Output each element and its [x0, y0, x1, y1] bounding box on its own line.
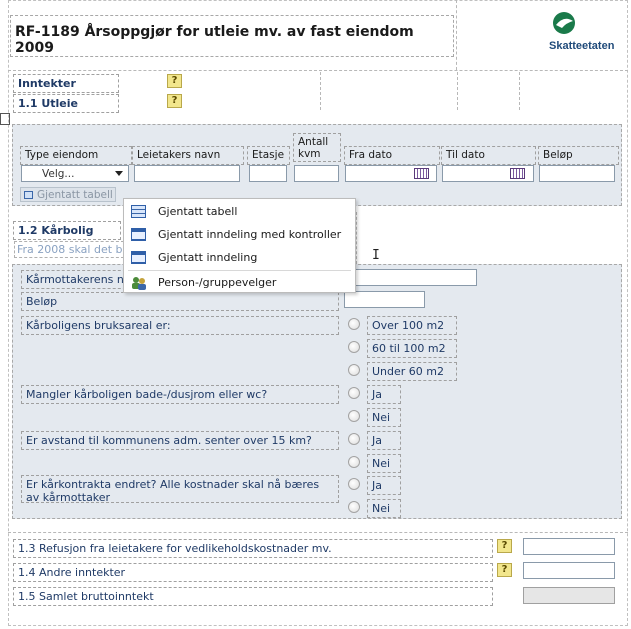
repeat-table-label: Gjentatt tabell: [37, 189, 113, 201]
type-eiendom-select[interactable]: Velg...: [21, 165, 129, 182]
repeat-section-controls-icon: [131, 228, 146, 241]
section-inntekter: Inntekter: [13, 74, 119, 93]
help-button[interactable]: ?: [167, 94, 182, 108]
label-avstand: Er avstand til kommunens adm. senter ove…: [21, 431, 339, 450]
section-andre: 1.4 Andre inntekter: [13, 563, 493, 582]
grid-line: [457, 72, 458, 110]
radio-60-100[interactable]: [348, 341, 360, 353]
menu-item-repeat-table[interactable]: Gjentatt tabell: [124, 200, 355, 223]
menu-item-repeat-section-controls[interactable]: Gjentatt inndeling med kontroller: [124, 223, 355, 246]
section-karbolig: 1.2 Kårbolig: [13, 221, 121, 240]
anchor-marker: [0, 113, 10, 125]
menu-item-label: Gjentatt inndeling med kontroller: [158, 228, 342, 241]
menu-item-label: Gjentatt inndeling: [158, 251, 258, 264]
grid-line: [320, 72, 321, 110]
table-icon: [24, 191, 33, 199]
header-rule: [8, 70, 628, 71]
option-kontrakt-ja: Ja: [367, 476, 401, 495]
samlet-output: [523, 587, 615, 604]
radio-bad-ja[interactable]: [348, 387, 360, 399]
option-over-100: Over 100 m2: [367, 316, 457, 335]
option-bad-nei: Nei: [367, 408, 401, 427]
section-refusjon: 1.3 Refusjon fra leietakere for vedlikeh…: [13, 539, 493, 558]
belop-input[interactable]: [539, 165, 615, 182]
leietaker-input[interactable]: [134, 165, 240, 182]
insert-context-menu: Gjentatt tabell Gjentatt inndeling med k…: [123, 198, 356, 293]
radio-avstand-ja[interactable]: [348, 433, 360, 445]
menu-item-person-picker[interactable]: Person-/gruppevelger: [124, 271, 355, 294]
label-kontrakt-line-2: av kårmottaker: [26, 491, 111, 504]
skatteetaten-logo: Skatteetaten: [535, 10, 615, 60]
help-button[interactable]: ?: [167, 74, 182, 88]
option-60-100: 60 til 100 m2: [367, 339, 457, 358]
option-avstand-nei: Nei: [367, 454, 401, 473]
section-samlet: 1.5 Samlet bruttoinntekt: [13, 587, 493, 606]
col-header-belop: Beløp: [538, 146, 619, 165]
label-bad: Mangler kårboligen bade-/dusjrom eller w…: [21, 385, 339, 404]
option-bad-ja: Ja: [367, 385, 401, 404]
andre-input[interactable]: [523, 562, 615, 579]
radio-bad-nei[interactable]: [348, 410, 360, 422]
logo-mark-icon: [553, 12, 575, 34]
bottom-rule: [8, 532, 628, 533]
header-divider: [456, 0, 457, 70]
menu-item-repeat-section[interactable]: Gjentatt inndeling: [124, 246, 355, 269]
repeat-section-icon: [131, 251, 146, 264]
radio-avstand-nei[interactable]: [348, 456, 360, 468]
radio-under-60[interactable]: [348, 364, 360, 376]
calendar-icon[interactable]: [510, 168, 525, 179]
title-box: RF-1189 Årsoppgjør for utleie mv. av fas…: [10, 15, 454, 57]
logo-text: Skatteetaten: [549, 40, 615, 52]
col-header-kvm-text: Antall kvm: [298, 136, 329, 160]
radio-kontrakt-nei[interactable]: [348, 501, 360, 513]
label-kontrakt-line-1: Er kårkontrakta endret? Alle kostnader s…: [26, 478, 320, 491]
belop-karbolig-input[interactable]: [344, 291, 425, 308]
option-under-60: Under 60 m2: [367, 362, 457, 381]
karmottaker-input[interactable]: [344, 269, 477, 286]
col-header-kvm: Antall kvm: [293, 133, 341, 162]
dropdown-arrow-icon: [115, 171, 123, 176]
calendar-icon[interactable]: [414, 168, 429, 179]
help-button[interactable]: ?: [497, 539, 512, 553]
repeat-table-button[interactable]: Gjentatt tabell: [20, 187, 116, 202]
text-cursor-icon: I: [372, 248, 380, 263]
grid-line: [519, 72, 520, 110]
repeat-table-icon: [131, 205, 146, 218]
col-header-etasje: Etasje: [247, 146, 290, 165]
kvm-input[interactable]: [294, 165, 339, 182]
menu-item-label: Gjentatt tabell: [158, 205, 238, 218]
option-kontrakt-nei: Nei: [367, 499, 401, 518]
select-value: Velg...: [42, 168, 75, 180]
people-icon: [132, 276, 146, 290]
grid-line: [356, 212, 357, 264]
label-karmottaker: Kårmottakerens n: [21, 270, 131, 289]
option-avstand-ja: Ja: [367, 431, 401, 450]
col-header-fra-dato: Fra dato: [344, 146, 440, 165]
col-header-leietaker: Leietakers navn: [132, 146, 244, 165]
refusjon-input[interactable]: [523, 538, 615, 555]
col-header-type: Type eiendom: [20, 146, 132, 165]
etasje-input[interactable]: [249, 165, 287, 182]
label-bruksareal: Kårboligens bruksareal er:: [21, 316, 339, 335]
page-title: RF-1189 Årsoppgjør for utleie mv. av fas…: [15, 24, 414, 56]
karbolig-note: Fra 2008 skal det b: [14, 241, 124, 258]
label-kontrakt: Er kårkontrakta endret? Alle kostnader s…: [21, 475, 339, 504]
col-header-til-dato: Til dato: [441, 146, 536, 165]
radio-kontrakt-ja[interactable]: [348, 478, 360, 490]
radio-over-100[interactable]: [348, 318, 360, 330]
help-button[interactable]: ?: [497, 563, 512, 577]
section-utleie: 1.1 Utleie: [13, 94, 119, 113]
label-belop: Beløp: [21, 292, 339, 311]
menu-item-label: Person-/gruppevelger: [158, 276, 277, 289]
